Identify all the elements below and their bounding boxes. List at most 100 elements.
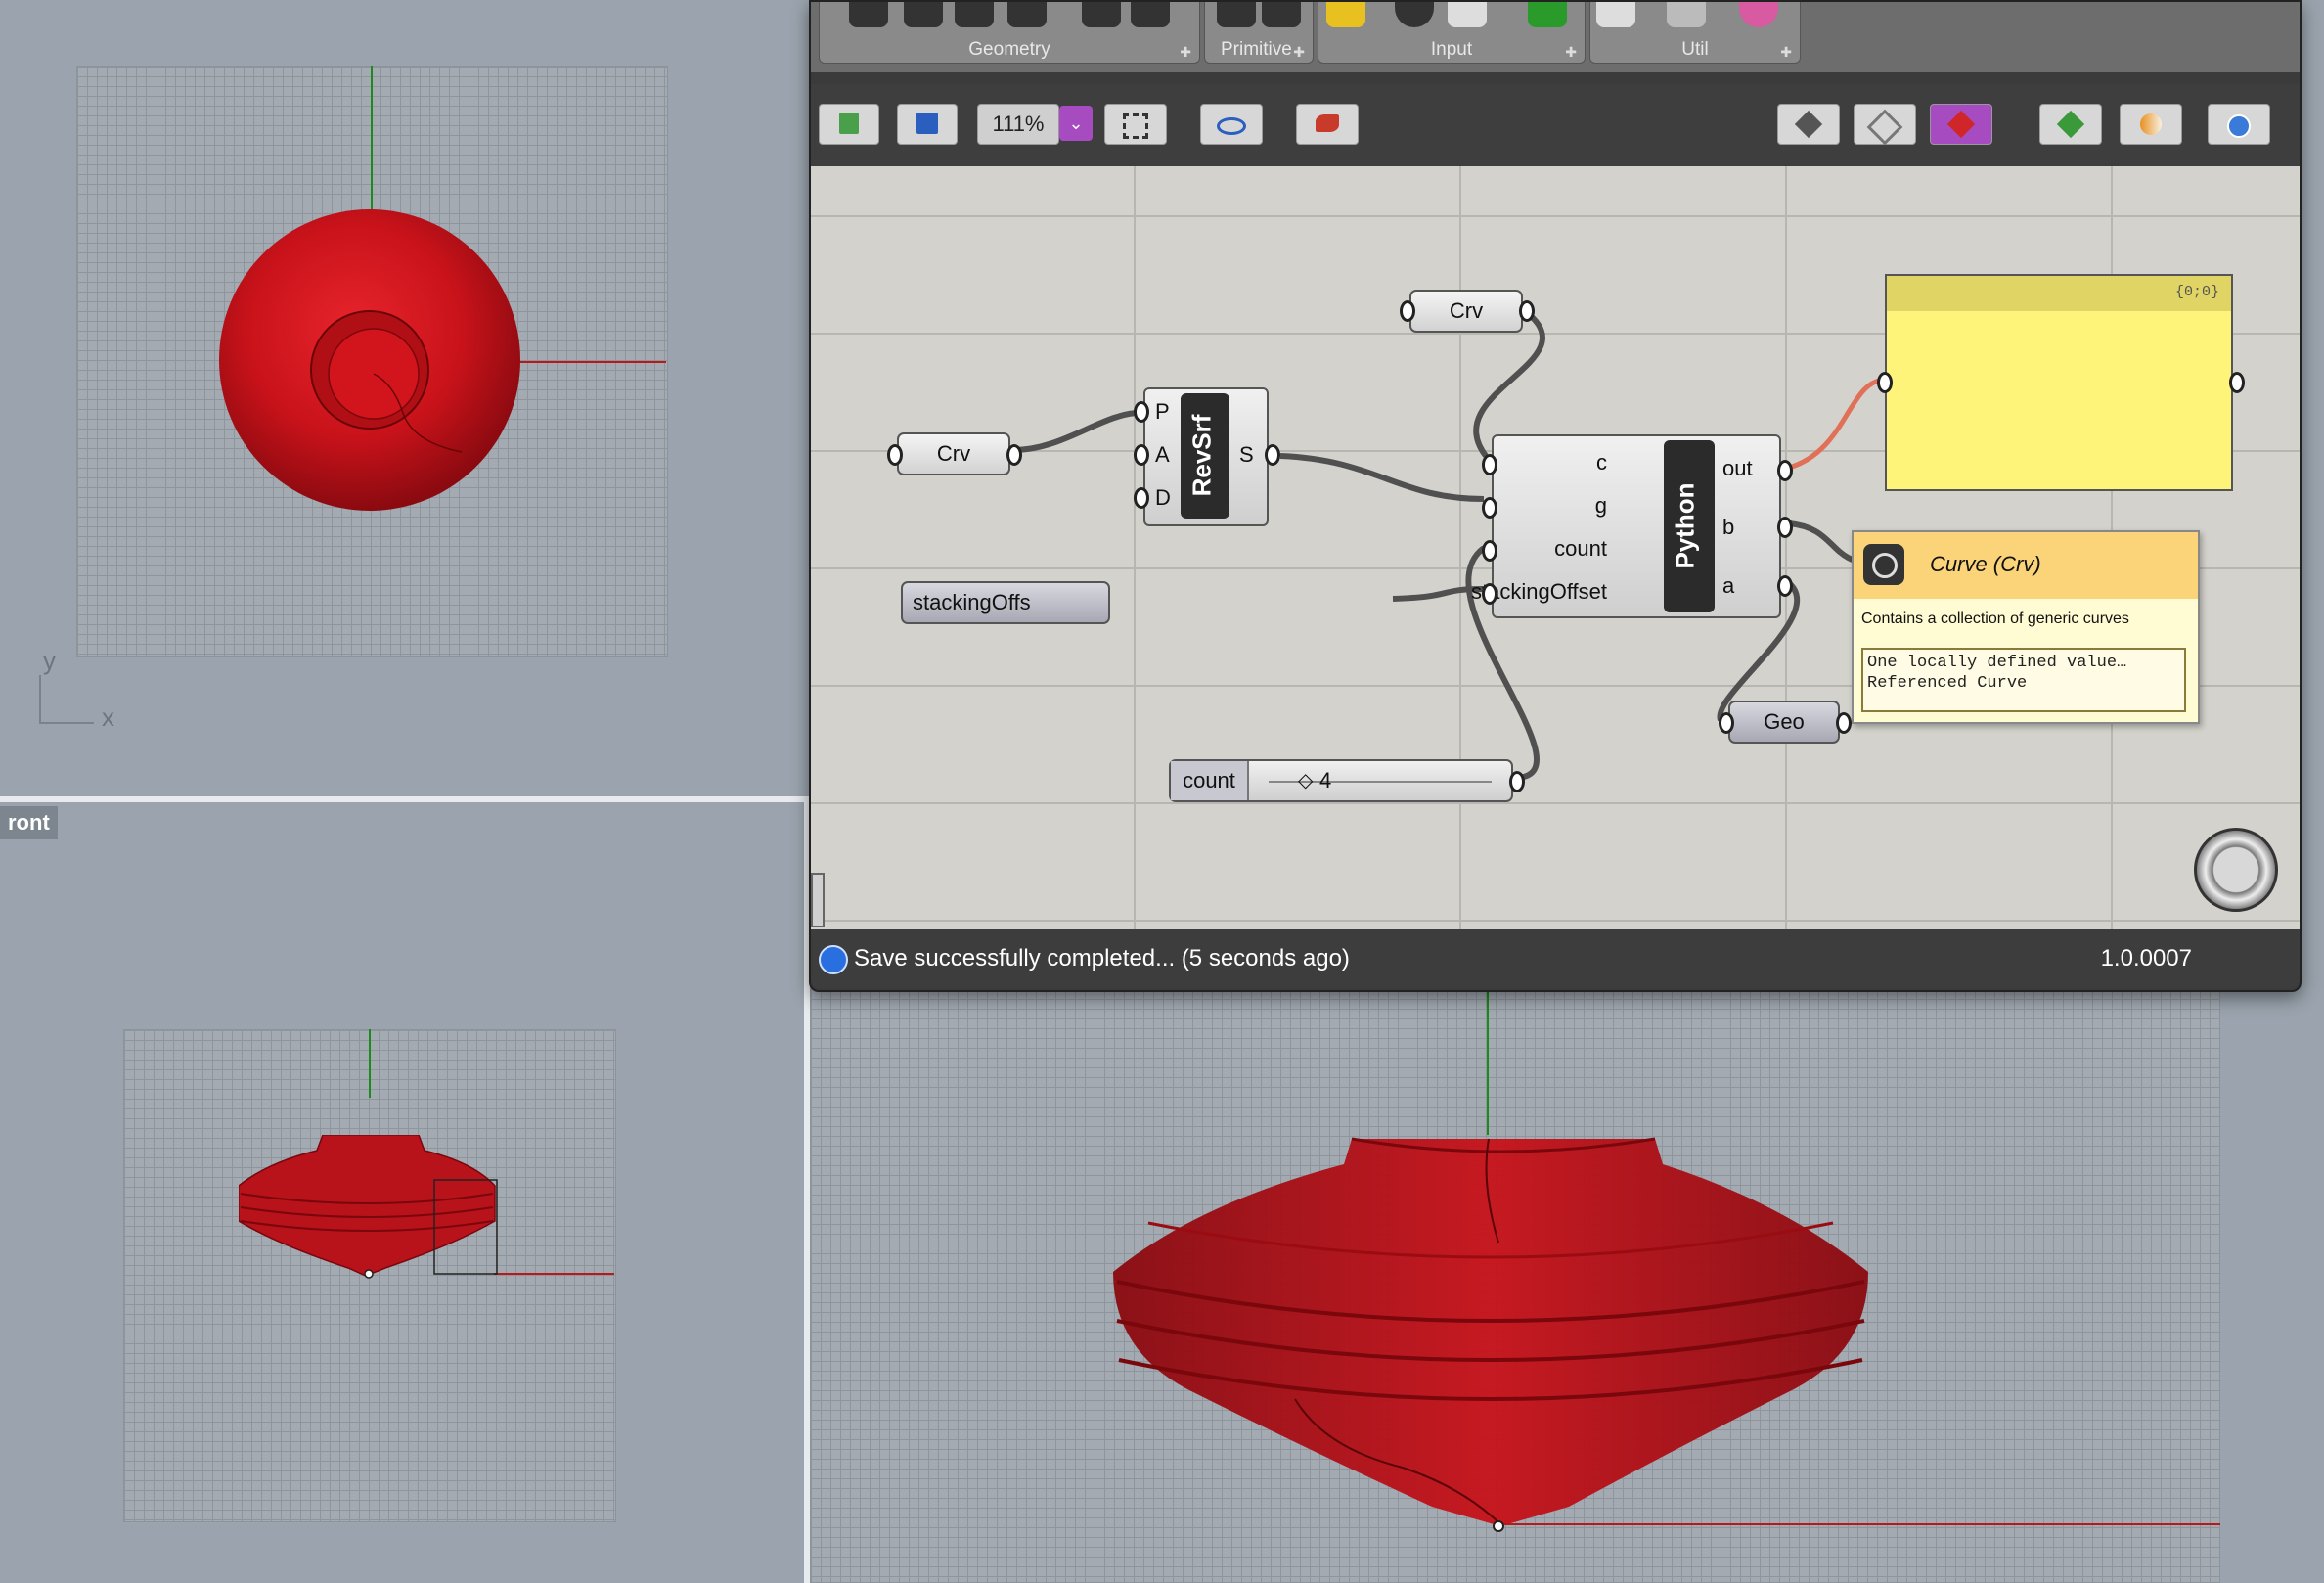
output-port[interactable] xyxy=(1519,300,1535,322)
output-port[interactable] xyxy=(1265,444,1280,466)
geometry-icon-4[interactable] xyxy=(1007,2,1047,27)
python-output-a[interactable]: a xyxy=(1722,573,1734,599)
input-icon-1[interactable] xyxy=(1326,2,1365,27)
output-port[interactable] xyxy=(1836,712,1852,734)
geo-param[interactable]: Geo xyxy=(1728,701,1840,744)
revsrf-title-bar[interactable]: RevSrf xyxy=(1181,393,1229,519)
output-port[interactable] xyxy=(1777,460,1793,481)
perspective-viewport[interactable] xyxy=(810,988,2324,1583)
ribbon-group-primitive[interactable]: Primitive ✚ xyxy=(1204,2,1314,64)
input-port[interactable] xyxy=(1134,487,1149,509)
tooltip-value-box: One locally defined value… Referenced Cu… xyxy=(1861,648,2186,712)
param-label: Crv xyxy=(936,441,971,466)
expand-arrow-icon[interactable]: ✚ xyxy=(1180,44,1191,61)
zoom-level[interactable]: 111% xyxy=(977,104,1059,145)
param-label: Geo xyxy=(1764,709,1805,734)
render-button[interactable] xyxy=(2208,104,2270,145)
slider-label: count xyxy=(1171,761,1249,800)
revsrf-input-p[interactable]: P xyxy=(1155,399,1170,425)
zoom-extents-button[interactable] xyxy=(1104,104,1167,145)
stacking-offset-param[interactable]: stackingOffs xyxy=(901,581,1110,624)
crv-param-left[interactable]: Crv xyxy=(897,432,1010,475)
python-output-b[interactable]: b xyxy=(1722,515,1734,540)
top-view-object xyxy=(219,209,520,511)
expand-arrow-icon[interactable]: ✚ xyxy=(1293,44,1305,61)
grasshopper-window[interactable]: Geometry ✚ Primitive ✚ Input ✚ Util ✚ 11… xyxy=(809,0,2302,992)
geometry-icon-1[interactable] xyxy=(849,2,888,27)
input-port[interactable] xyxy=(1400,300,1415,322)
shaded-icon xyxy=(1866,109,1903,146)
revsrf-output-s[interactable]: S xyxy=(1239,442,1254,468)
mesh-quality-button[interactable] xyxy=(2039,104,2102,145)
ribbon-group-util[interactable]: Util ✚ xyxy=(1589,2,1801,64)
geometry-icon-5[interactable] xyxy=(1082,2,1121,27)
input-port[interactable] xyxy=(1482,583,1497,605)
ribbon-group-geometry[interactable]: Geometry ✚ xyxy=(819,2,1200,64)
axis-x-label: x xyxy=(102,702,114,732)
material-button[interactable] xyxy=(2120,104,2182,145)
geometry-icon-3[interactable] xyxy=(955,2,994,27)
input-port[interactable] xyxy=(1134,444,1149,466)
ribbon-group-input[interactable]: Input ✚ xyxy=(1318,2,1586,64)
expand-arrow-icon[interactable]: ✚ xyxy=(1780,44,1792,61)
persp-y-axis-line xyxy=(1487,988,1489,1135)
mesh-icon xyxy=(2056,110,2085,139)
preview-button[interactable] xyxy=(1200,104,1263,145)
revsrf-input-a[interactable]: A xyxy=(1155,442,1170,468)
crv-param-top[interactable]: Crv xyxy=(1409,290,1523,333)
y-axis-line xyxy=(371,66,373,222)
util-icon-1[interactable] xyxy=(1596,2,1635,27)
revsrf-input-d[interactable]: D xyxy=(1155,485,1171,511)
output-port[interactable] xyxy=(1777,517,1793,538)
material-sphere-icon xyxy=(2140,113,2162,135)
util-icon-2[interactable] xyxy=(1667,2,1706,27)
expand-arrow-icon[interactable]: ✚ xyxy=(1565,44,1577,61)
python-component[interactable]: c g count stackingOffset Python out b a xyxy=(1471,434,1781,618)
input-port[interactable] xyxy=(887,444,903,466)
python-title-bar[interactable]: Python xyxy=(1664,440,1715,612)
canvas-navigation-widget[interactable] xyxy=(2194,828,2278,912)
input-port[interactable] xyxy=(1134,401,1149,423)
geometry-icon-2[interactable] xyxy=(904,2,943,27)
input-icon-3[interactable] xyxy=(1448,2,1487,27)
output-port[interactable] xyxy=(1509,771,1525,792)
input-port[interactable] xyxy=(1877,372,1893,393)
preview-mode-wireframe-button[interactable] xyxy=(1777,104,1840,145)
input-icon-4[interactable] xyxy=(1528,2,1567,27)
ribbon-group-label: Geometry xyxy=(968,39,1050,60)
output-port[interactable] xyxy=(2229,372,2245,393)
util-icon-3[interactable] xyxy=(1739,2,1778,27)
primitive-icon-1[interactable] xyxy=(1217,2,1256,27)
python-output-out[interactable]: out xyxy=(1722,456,1753,481)
open-file-button[interactable] xyxy=(819,104,879,145)
input-port[interactable] xyxy=(1719,712,1734,734)
primitive-icon-2[interactable] xyxy=(1262,2,1301,27)
input-port[interactable] xyxy=(1482,497,1497,519)
geometry-icon-6[interactable] xyxy=(1131,2,1170,27)
front-y-axis-line xyxy=(369,1029,371,1098)
python-input-g[interactable]: g xyxy=(1595,493,1607,519)
python-input-count[interactable]: count xyxy=(1554,536,1607,562)
python-input-c[interactable]: c xyxy=(1596,450,1607,475)
save-file-button[interactable] xyxy=(897,104,958,145)
front-viewport[interactable]: ront xyxy=(0,802,804,1583)
output-port[interactable] xyxy=(1006,444,1022,466)
preview-selected-button[interactable] xyxy=(1930,104,1992,145)
chevron-down-icon[interactable]: ⌄ xyxy=(1059,106,1093,141)
viewport-title[interactable]: ront xyxy=(0,806,58,839)
output-panel[interactable]: {0;0} xyxy=(1885,274,2233,491)
slider-handle-icon[interactable]: ◇ xyxy=(1298,761,1313,800)
canvas-toolbar: 111% ⌄ xyxy=(811,84,2300,166)
input-port[interactable] xyxy=(1482,454,1497,475)
output-port[interactable] xyxy=(1777,575,1793,597)
slider-value: 4 xyxy=(1319,768,1332,792)
top-viewport[interactable]: y x xyxy=(0,0,804,796)
revsrf-component[interactable]: P A D RevSrf S xyxy=(1143,387,1269,526)
sketch-button[interactable] xyxy=(1296,104,1359,145)
canvas-edge-handle[interactable] xyxy=(811,873,825,927)
preview-mode-shaded-button[interactable] xyxy=(1854,104,1916,146)
input-icon-2[interactable] xyxy=(1395,2,1434,27)
count-slider[interactable]: count ◇ 4 xyxy=(1169,759,1513,802)
input-port[interactable] xyxy=(1482,540,1497,562)
component-title: RevSrf xyxy=(1186,414,1217,497)
